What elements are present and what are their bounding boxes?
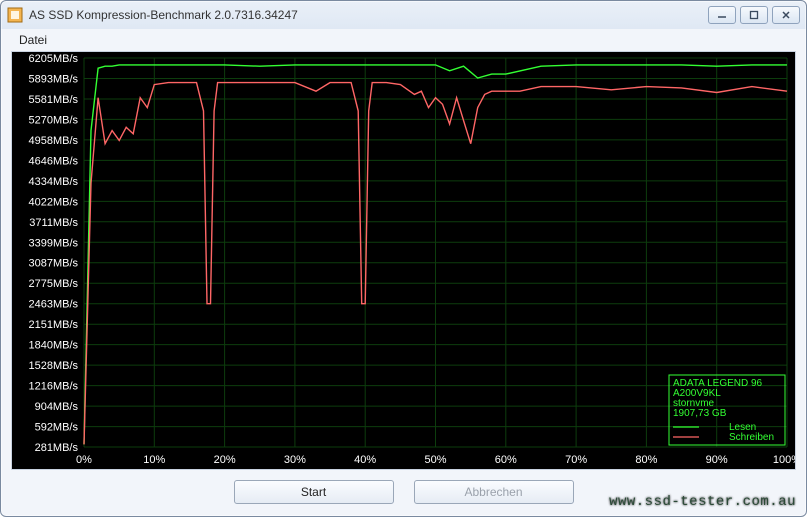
app-icon bbox=[7, 7, 23, 23]
svg-text:1528MB/s: 1528MB/s bbox=[28, 360, 78, 372]
svg-text:80%: 80% bbox=[635, 454, 657, 466]
svg-text:5270MB/s: 5270MB/s bbox=[28, 114, 78, 126]
app-window: AS SSD Kompression-Benchmark 2.0.7316.34… bbox=[0, 0, 807, 517]
window-controls bbox=[708, 6, 800, 24]
chart-area: 6205MB/s 5893MB/s 5581MB/s 5270MB/s 4958MB/s… bbox=[11, 51, 796, 470]
svg-text:Schreiben: Schreiben bbox=[729, 432, 774, 443]
titlebar[interactable]: AS SSD Kompression-Benchmark 2.0.7316.34… bbox=[1, 1, 806, 29]
svg-text:1907,73 GB: 1907,73 GB bbox=[673, 408, 727, 419]
svg-text:3399MB/s: 3399MB/s bbox=[28, 237, 78, 249]
svg-text:281MB/s: 281MB/s bbox=[35, 442, 79, 454]
svg-text:2463MB/s: 2463MB/s bbox=[28, 299, 78, 311]
svg-text:3711MB/s: 3711MB/s bbox=[29, 217, 78, 229]
svg-text:1216MB/s: 1216MB/s bbox=[28, 381, 78, 393]
svg-text:4022MB/s: 4022MB/s bbox=[28, 196, 78, 208]
svg-text:2151MB/s: 2151MB/s bbox=[28, 319, 78, 331]
watermark-text: www.ssd-tester.com.au bbox=[609, 494, 796, 510]
svg-text:5893MB/s: 5893MB/s bbox=[28, 73, 78, 85]
svg-text:70%: 70% bbox=[565, 454, 587, 466]
maximize-button[interactable] bbox=[740, 6, 768, 24]
svg-text:4958MB/s: 4958MB/s bbox=[28, 135, 78, 147]
svg-text:60%: 60% bbox=[495, 454, 517, 466]
svg-text:6205MB/s: 6205MB/s bbox=[28, 53, 78, 65]
svg-text:3087MB/s: 3087MB/s bbox=[28, 258, 78, 270]
svg-text:5581MB/s: 5581MB/s bbox=[28, 94, 78, 106]
svg-text:30%: 30% bbox=[284, 454, 306, 466]
svg-text:90%: 90% bbox=[706, 454, 728, 466]
compression-chart: 6205MB/s 5893MB/s 5581MB/s 5270MB/s 4958MB/s… bbox=[12, 52, 795, 469]
svg-text:50%: 50% bbox=[424, 454, 446, 466]
start-button[interactable]: Start bbox=[234, 480, 394, 504]
svg-text:100%: 100% bbox=[773, 454, 795, 466]
svg-text:4646MB/s: 4646MB/s bbox=[28, 155, 78, 167]
svg-text:10%: 10% bbox=[143, 454, 165, 466]
window-title: AS SSD Kompression-Benchmark 2.0.7316.34… bbox=[29, 8, 702, 22]
svg-text:40%: 40% bbox=[354, 454, 376, 466]
svg-text:2775MB/s: 2775MB/s bbox=[28, 278, 78, 290]
svg-text:20%: 20% bbox=[214, 454, 236, 466]
close-button[interactable] bbox=[772, 6, 800, 24]
abort-button: Abbrechen bbox=[414, 480, 574, 504]
svg-text:4334MB/s: 4334MB/s bbox=[28, 176, 78, 188]
svg-text:904MB/s: 904MB/s bbox=[35, 401, 79, 413]
svg-text:592MB/s: 592MB/s bbox=[35, 422, 79, 434]
svg-text:0%: 0% bbox=[76, 454, 92, 466]
minimize-button[interactable] bbox=[708, 6, 736, 24]
svg-text:1840MB/s: 1840MB/s bbox=[28, 340, 78, 352]
menubar: Datei bbox=[1, 29, 806, 51]
menu-datei[interactable]: Datei bbox=[11, 31, 55, 49]
